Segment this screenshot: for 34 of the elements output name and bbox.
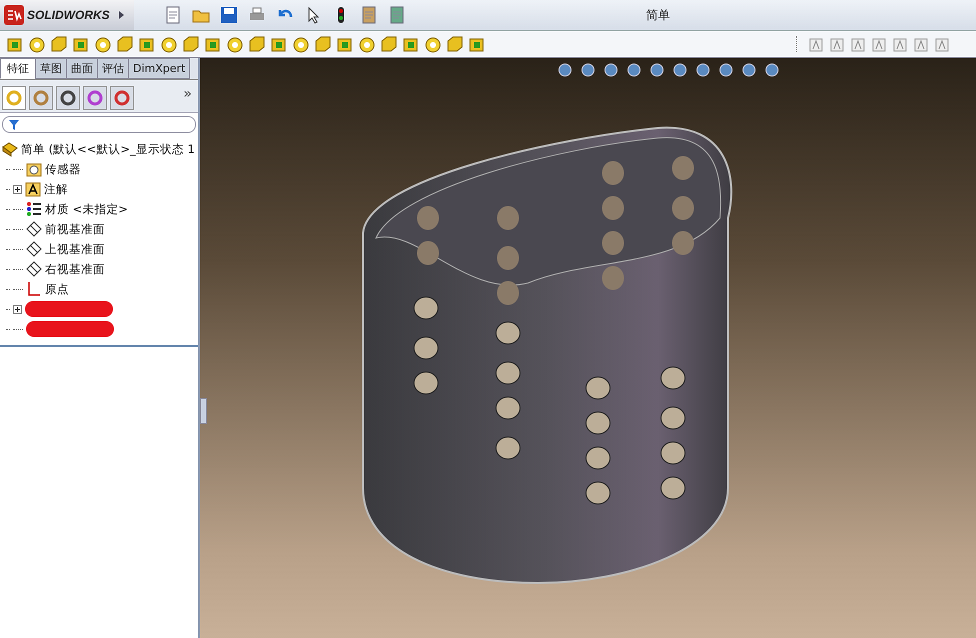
tree-root-label[interactable]: 简单 (默认<<默认>_显示状态 1 (21, 142, 195, 156)
splitter-handle[interactable] (200, 398, 207, 424)
tab[interactable]: 曲面 (66, 58, 98, 79)
tree-item-label[interactable]: 前视基准面 (45, 222, 105, 236)
more-button[interactable]: » (183, 86, 192, 110)
tab[interactable]: 草图 (35, 58, 67, 79)
expand-icon[interactable] (13, 304, 22, 314)
folder-gauge-icon (26, 161, 42, 177)
tab[interactable]: 特征 (0, 58, 36, 79)
window-title: 简单 (646, 6, 670, 24)
plane-icon (26, 261, 42, 277)
expand-arrow-icon[interactable] (118, 11, 124, 19)
expand-icon[interactable] (13, 184, 22, 194)
tree-item-label[interactable]: 上视基准面 (45, 242, 105, 256)
checklist-icon[interactable] (388, 6, 406, 24)
letter-a-icon (25, 181, 41, 197)
tree-item-label[interactable]: 注解 (44, 182, 68, 196)
save-icon[interactable] (220, 6, 238, 24)
new-document-icon[interactable] (164, 6, 182, 24)
tree-item-label[interactable]: 右视基准面 (45, 262, 105, 276)
tab[interactable]: DimXpert (128, 58, 190, 79)
filter-field[interactable] (2, 116, 196, 133)
tab[interactable]: 评估 (97, 58, 129, 79)
tree-item-label[interactable]: 原点 (45, 282, 69, 296)
filter-icon (9, 120, 19, 130)
options-icon[interactable] (360, 6, 378, 24)
tree-item-label[interactable]: 材质 <未指定> (45, 202, 128, 216)
plane-icon (26, 221, 42, 237)
origin-axes-icon (26, 281, 42, 297)
tree-item-label[interactable]: 传感器 (45, 162, 81, 176)
logo-icon (4, 5, 24, 25)
plane-icon (26, 241, 42, 257)
logo-text: SOLIDWORKS (27, 8, 110, 22)
material-list-icon (26, 201, 42, 217)
